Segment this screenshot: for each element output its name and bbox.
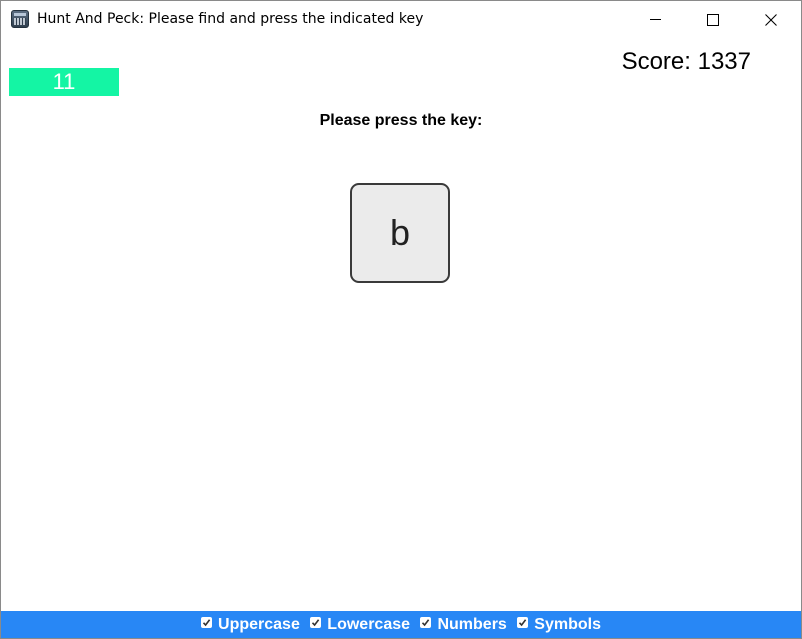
prompt-text: Please press the key: xyxy=(319,112,483,129)
target-key-char: b xyxy=(389,212,411,253)
numbers-checkbox[interactable] xyxy=(420,617,432,628)
checkmark-icon xyxy=(422,619,430,627)
checkmark-icon xyxy=(312,619,320,627)
option-lowercase[interactable]: Lowercase xyxy=(310,611,410,638)
checkmark-icon xyxy=(202,619,211,627)
option-numbers[interactable]: Numbers xyxy=(420,611,507,638)
close-icon xyxy=(765,14,777,26)
options-bar: Uppercase Lowercase Numbers Symbols xyxy=(1,611,801,638)
checkmark-icon xyxy=(519,619,527,627)
score-display: Score: 1337 xyxy=(621,48,751,75)
minimize-button[interactable] xyxy=(633,1,679,39)
window-title: Hunt And Peck: Please find and press the… xyxy=(37,11,424,27)
option-uppercase[interactable]: Uppercase xyxy=(201,611,300,638)
option-symbols[interactable]: Symbols xyxy=(517,611,601,638)
title-bar[interactable]: Hunt And Peck: Please find and press the… xyxy=(1,1,801,39)
uppercase-checkbox[interactable] xyxy=(201,617,213,628)
symbols-label[interactable]: Symbols xyxy=(534,616,601,633)
lowercase-label[interactable]: Lowercase xyxy=(327,616,410,633)
lowercase-checkbox[interactable] xyxy=(310,617,322,628)
maximize-button[interactable] xyxy=(690,1,736,39)
timer-bar: 11 xyxy=(9,68,119,96)
numbers-label[interactable]: Numbers xyxy=(437,616,506,633)
timer-value: 11 xyxy=(52,69,76,94)
symbols-checkbox[interactable] xyxy=(517,617,529,628)
target-key: b xyxy=(350,183,450,283)
keyboard-app-icon xyxy=(11,10,29,28)
uppercase-label[interactable]: Uppercase xyxy=(218,616,300,633)
app-window: Hunt And Peck: Please find and press the… xyxy=(0,0,802,639)
close-button[interactable] xyxy=(747,1,793,39)
